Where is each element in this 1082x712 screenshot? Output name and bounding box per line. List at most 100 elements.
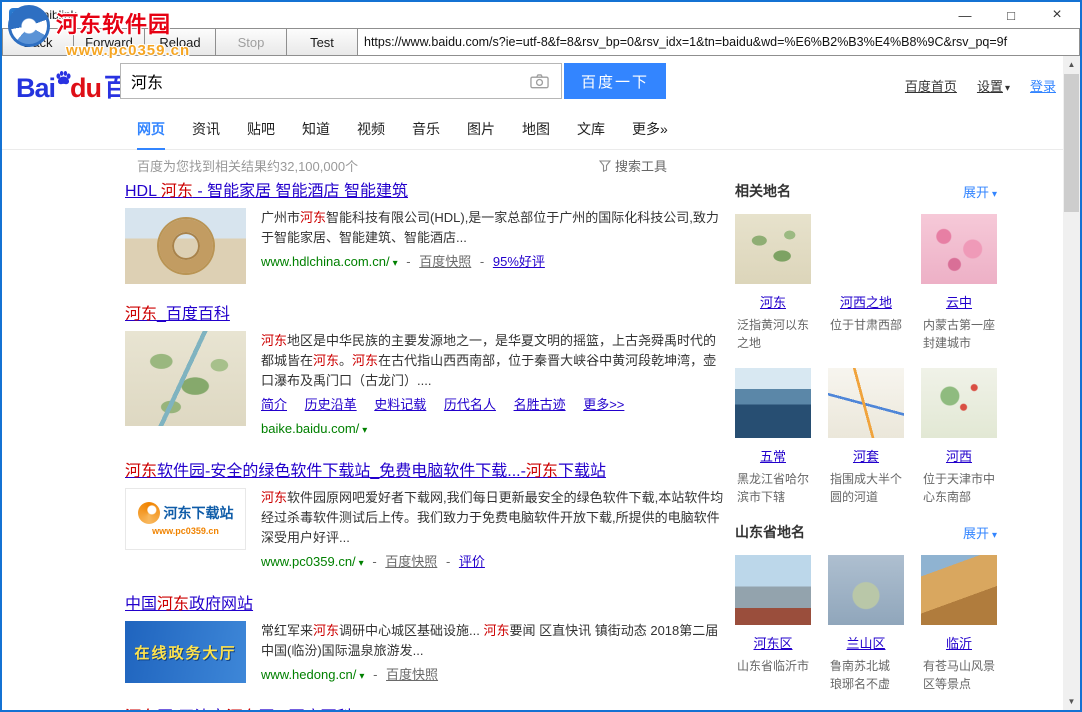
sidebar-section-header: 山东省地名 展开▾ — [735, 522, 997, 542]
place-link[interactable]: 河西 — [921, 446, 997, 465]
separator: - — [480, 254, 484, 269]
place-thumbnail[interactable] — [828, 368, 904, 438]
snapshot-link[interactable]: 百度快照 — [419, 254, 471, 269]
tab-map[interactable]: 地图 — [522, 119, 550, 149]
scroll-thumb[interactable] — [1064, 74, 1079, 212]
tab-video[interactable]: 视频 — [357, 119, 385, 149]
related-places-grid: 河东 泛指黄河以东之地 河西之地 位于甘肃西部 云中 内蒙古第一座封建城市 — [735, 214, 997, 522]
sublink-people[interactable]: 历代名人 — [444, 397, 496, 412]
result-title-link[interactable]: HDL 河东 - 智能家居 智能酒店 智能建筑 — [125, 183, 408, 200]
place-thumbnail[interactable] — [828, 555, 904, 625]
place-desc: 山东省临沂市 — [735, 657, 811, 675]
sublink-history[interactable]: 历史沿革 — [305, 397, 357, 412]
scrollbar[interactable]: ▲ ▼ — [1063, 56, 1080, 710]
tab-tieba[interactable]: 贴吧 — [247, 119, 275, 149]
result-title-link[interactable]: 河东_百度百科 — [125, 306, 230, 323]
url-dropdown-icon[interactable]: ▾ — [393, 258, 398, 269]
result-thumbnail-gov[interactable]: 在线政务大厅 — [125, 621, 246, 683]
result-title-link[interactable]: 河东区(天津市河东区)_百度百科 — [125, 709, 353, 710]
scroll-down-button[interactable]: ▼ — [1063, 693, 1080, 710]
sublink-records[interactable]: 史料记载 — [374, 397, 426, 412]
place-thumbnail[interactable] — [921, 214, 997, 284]
back-button[interactable]: Back — [2, 28, 74, 56]
search-input[interactable] — [120, 63, 562, 99]
result-thumbnail-logo[interactable]: 河东下载站 www.pc0359.cn — [125, 488, 246, 550]
test-button[interactable]: Test — [286, 28, 358, 56]
place-desc: 鲁南苏北城 琅琊名不虚 — [828, 657, 904, 693]
sublink-sights[interactable]: 名胜古迹 — [514, 397, 566, 412]
place-desc: 有苍马山风景区等景点 — [921, 657, 997, 693]
rating-link[interactable]: 95%好评 — [493, 254, 545, 269]
expand-button[interactable]: 展开▾ — [963, 182, 997, 201]
stats-row: 百度为您找到相关结果约32,100,000个 搜索工具 — [137, 156, 667, 175]
result-snippet: 河东软件园原网吧爱好者下载网,我们每日更新最安全的绿色软件下载,本站软件均经过杀… — [261, 488, 725, 548]
link-settings[interactable]: 设置▾ — [977, 76, 1010, 95]
place-link[interactable]: 河西之地 — [828, 292, 904, 311]
stop-button[interactable]: Stop — [215, 28, 287, 56]
tab-music[interactable]: 音乐 — [412, 119, 440, 149]
tab-image[interactable]: 图片 — [467, 119, 495, 149]
reload-button[interactable]: Reload — [144, 28, 216, 56]
thumb-site-name: 河东下载站 — [164, 503, 234, 523]
address-bar[interactable] — [357, 28, 1080, 56]
place-link[interactable]: 云中 — [921, 292, 997, 311]
url-dropdown-icon[interactable]: ▾ — [362, 425, 367, 436]
tab-wenku[interactable]: 文库 — [577, 119, 605, 149]
place-link[interactable]: 临沂 — [921, 633, 997, 652]
place-card-lanshan: 兰山区 鲁南苏北城 琅琊名不虚 — [828, 555, 904, 693]
tab-more[interactable]: 更多» — [632, 119, 668, 149]
camera-icon[interactable] — [530, 73, 549, 94]
scroll-up-button[interactable]: ▲ — [1063, 56, 1080, 73]
result-title-link[interactable]: 中国河东政府网站 — [125, 596, 253, 613]
place-thumbnail[interactable] — [735, 214, 811, 284]
url-dropdown-icon[interactable]: ▾ — [359, 671, 364, 682]
place-link[interactable]: 兰山区 — [828, 633, 904, 652]
logo-text-bai: Bai — [16, 73, 55, 104]
review-link[interactable]: 评价 — [459, 554, 485, 569]
place-card-hexizhidi: 河西之地 位于甘肃西部 — [828, 214, 904, 352]
thumb-site-url: www.pc0359.cn — [152, 526, 219, 536]
sublink-intro[interactable]: 简介 — [261, 397, 287, 412]
expand-button[interactable]: 展开▾ — [963, 523, 997, 542]
close-button[interactable]: × — [1034, 2, 1080, 28]
search-tools-button[interactable]: 搜索工具 — [599, 156, 667, 175]
result-thumbnail-hdl[interactable] — [125, 208, 246, 284]
ring-building-graphic — [159, 219, 213, 273]
sublink-more[interactable]: 更多>> — [583, 397, 624, 412]
window-title: Miniblink — [30, 8, 77, 22]
snapshot-link[interactable]: 百度快照 — [385, 554, 437, 569]
link-baidu-home[interactable]: 百度首页 — [905, 76, 957, 95]
shandong-places-grid: 河东区 山东省临沂市 兰山区 鲁南苏北城 琅琊名不虚 临沂 有苍马山风景区等景点 — [735, 555, 997, 709]
place-thumbnail[interactable] — [735, 555, 811, 625]
separator: - — [372, 554, 376, 569]
place-thumbnail[interactable] — [828, 214, 904, 284]
minimize-button[interactable]: — — [942, 2, 988, 28]
maximize-button[interactable]: □ — [988, 2, 1034, 28]
window-controls: — □ × — [942, 2, 1080, 28]
place-thumbnail[interactable] — [921, 555, 997, 625]
place-card-wuchang: 五常 黑龙江省哈尔滨市下辖 — [735, 368, 811, 506]
place-link[interactable]: 河东 — [735, 292, 811, 311]
place-desc: 黑龙江省哈尔滨市下辖 — [735, 470, 811, 506]
forward-button[interactable]: Forward — [73, 28, 145, 56]
tab-news[interactable]: 资讯 — [192, 119, 220, 149]
expand-caret-icon: ▾ — [992, 530, 997, 541]
place-card-yunzhong: 云中 内蒙古第一座封建城市 — [921, 214, 997, 352]
search-button[interactable]: 百度一下 — [564, 63, 666, 99]
snapshot-link[interactable]: 百度快照 — [386, 667, 438, 682]
url-dropdown-icon[interactable]: ▾ — [359, 558, 364, 569]
header-links: 百度首页 设置▾ 登录 — [905, 76, 1056, 95]
filter-icon — [599, 160, 611, 172]
tab-zhidao[interactable]: 知道 — [302, 119, 330, 149]
place-thumbnail[interactable] — [921, 368, 997, 438]
result-thumbnail-map[interactable] — [125, 331, 246, 426]
place-link[interactable]: 河套 — [828, 446, 904, 465]
place-card-hetao: 河套 指围成大半个圆的河道 — [828, 368, 904, 506]
place-thumbnail[interactable] — [735, 368, 811, 438]
place-link[interactable]: 河东区 — [735, 633, 811, 652]
result-title-link[interactable]: 河东软件园-安全的绿色软件下载站_免费电脑软件下载...-河东下载站 — [125, 463, 606, 480]
tab-web[interactable]: 网页 — [137, 119, 165, 150]
place-link[interactable]: 五常 — [735, 446, 811, 465]
results-column: HDL 河东 - 智能家居 智能酒店 智能建筑 广州市河东智能科技有限公司(HD… — [125, 181, 725, 710]
link-login[interactable]: 登录 — [1030, 76, 1056, 95]
